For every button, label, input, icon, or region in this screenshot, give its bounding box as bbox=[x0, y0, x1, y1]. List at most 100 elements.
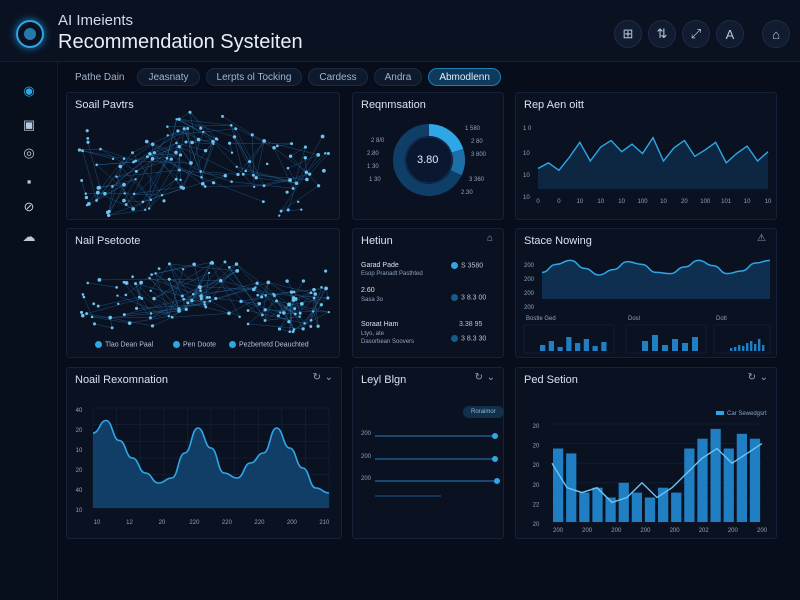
tab-andra[interactable]: Andra bbox=[373, 68, 423, 86]
bar bbox=[592, 487, 603, 522]
chevron-down-icon[interactable]: ⌄ bbox=[760, 372, 768, 383]
network-node bbox=[324, 269, 328, 273]
sliders-icon[interactable]: ⇅ bbox=[648, 20, 676, 48]
alert-icon[interactable]: ⚠ bbox=[757, 233, 766, 244]
search-icon[interactable]: ⊘ bbox=[20, 198, 38, 216]
network-node bbox=[150, 273, 153, 276]
refresh-icon[interactable]: ↻ bbox=[748, 372, 756, 383]
legend-dot-icon bbox=[229, 341, 236, 348]
network-node bbox=[150, 157, 155, 161]
line-chart: 0 0 10 10 10 100 10 20 100 101 10 10 bbox=[536, 136, 772, 205]
network-node bbox=[303, 145, 307, 149]
network-node bbox=[255, 281, 259, 285]
network-node bbox=[92, 322, 97, 326]
y-tick-label: 22 bbox=[533, 502, 540, 508]
network-node bbox=[186, 127, 190, 131]
network-node bbox=[80, 313, 85, 318]
network-node bbox=[154, 272, 157, 275]
network-node bbox=[122, 157, 126, 160]
network-node bbox=[227, 311, 231, 316]
network-edge bbox=[152, 135, 168, 160]
slider-panel: Leyl Blgn ↻ ⌄ Roraimor 200 200 200 bbox=[352, 367, 504, 539]
network-node bbox=[95, 198, 98, 202]
network-node bbox=[85, 129, 89, 133]
tab-jeasnaty[interactable]: Jeasnaty bbox=[137, 68, 200, 86]
network-node bbox=[293, 312, 297, 316]
network-edge bbox=[234, 136, 250, 162]
network-node bbox=[174, 150, 178, 155]
network-node bbox=[131, 207, 135, 211]
mini-bar bbox=[575, 343, 581, 351]
network-node bbox=[221, 114, 224, 118]
network-node bbox=[122, 198, 126, 203]
network-node bbox=[81, 149, 84, 153]
network-edge bbox=[220, 280, 274, 295]
network-node bbox=[182, 297, 186, 301]
network-node bbox=[134, 306, 139, 311]
network-node bbox=[141, 200, 145, 204]
x-tick-label: 220 bbox=[222, 520, 233, 526]
network-node bbox=[288, 330, 292, 333]
chevron-down-icon[interactable]: ⌄ bbox=[487, 372, 495, 383]
network-node bbox=[99, 147, 102, 151]
network-node bbox=[118, 164, 123, 169]
network-edge bbox=[134, 186, 182, 195]
globe-icon[interactable]: ◎ bbox=[20, 144, 38, 162]
cube-icon[interactable]: ▣ bbox=[20, 116, 38, 134]
network-node bbox=[304, 170, 309, 175]
network-node bbox=[110, 326, 114, 330]
donut-label: 1 30 bbox=[367, 164, 379, 170]
network-node bbox=[152, 296, 156, 301]
brain-icon[interactable]: ◉ bbox=[20, 82, 38, 100]
network-node bbox=[293, 307, 297, 311]
network-node bbox=[147, 207, 151, 210]
network-edge bbox=[142, 158, 168, 203]
network-node bbox=[288, 178, 292, 182]
network-node bbox=[122, 280, 126, 284]
home-icon[interactable]: ⌂ bbox=[762, 20, 790, 48]
tab-pathe-dain[interactable]: Pathe Dain bbox=[68, 68, 131, 86]
grid-icon[interactable]: ⊞ bbox=[614, 20, 642, 48]
refresh-icon[interactable]: ↻ bbox=[313, 372, 321, 383]
x-tick-label: 10 bbox=[618, 199, 625, 205]
network-node bbox=[151, 142, 155, 146]
network-edge bbox=[248, 323, 304, 330]
tab-lerpts[interactable]: Lerpts ol Tocking bbox=[205, 68, 303, 86]
x-tick-label: 202 bbox=[699, 528, 710, 534]
network-node bbox=[309, 318, 313, 322]
network-edge bbox=[245, 140, 265, 172]
network-node bbox=[77, 148, 82, 152]
tools-icon[interactable]: ⤢ bbox=[682, 20, 710, 48]
network-node bbox=[251, 173, 255, 177]
network-node bbox=[223, 260, 227, 264]
home-icon[interactable]: ⌂ bbox=[487, 233, 493, 244]
network-node bbox=[122, 313, 126, 317]
bar bbox=[631, 492, 642, 522]
slider-group[interactable] bbox=[353, 368, 505, 540]
network-node bbox=[272, 292, 275, 296]
cloud-icon[interactable]: ☁ bbox=[20, 228, 38, 246]
bar bbox=[684, 448, 695, 522]
network-node bbox=[203, 185, 207, 188]
network-node bbox=[85, 204, 89, 207]
network-node bbox=[200, 181, 205, 186]
list-label: Soraat Ham bbox=[361, 321, 399, 328]
panel-title: Stace Nowing bbox=[524, 235, 592, 247]
chevron-down-icon[interactable]: ⌄ bbox=[325, 372, 333, 383]
mini-bar bbox=[601, 342, 607, 351]
network-node bbox=[279, 311, 282, 314]
status-dot-icon bbox=[451, 294, 458, 301]
x-tick-label: 200 bbox=[582, 528, 593, 534]
tab-abmodlenn[interactable]: Abmodlenn bbox=[428, 68, 501, 86]
tab-cardess[interactable]: Cardess bbox=[308, 68, 368, 86]
people-icon[interactable]: ▪ bbox=[20, 172, 38, 190]
refresh-icon[interactable]: ↻ bbox=[475, 372, 483, 383]
network-node bbox=[97, 277, 102, 282]
mini-bar bbox=[566, 337, 572, 351]
network-node bbox=[117, 302, 120, 306]
roraimor-button[interactable]: Roraimor bbox=[463, 406, 504, 418]
network-edge bbox=[178, 112, 191, 120]
donut-label: 1 30 bbox=[369, 177, 381, 183]
network-node bbox=[235, 268, 240, 273]
text-icon[interactable]: A bbox=[716, 20, 744, 48]
